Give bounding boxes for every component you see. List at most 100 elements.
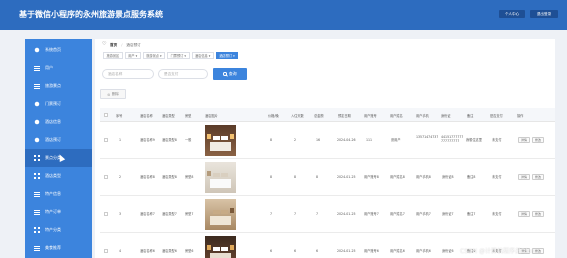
type-icon <box>34 173 40 179</box>
breadcrumb-home[interactable]: 首页 <box>110 43 117 48</box>
sidebar-item-label: 系统首页 <box>45 47 61 52</box>
sidebar-item-label: 特产分类 <box>45 227 61 232</box>
sidebar-item-user[interactable]: 用户 <box>25 59 92 77</box>
tab-scenic-spot[interactable]: 旅游景点 ▾ <box>142 52 166 59</box>
sidebar-item-label: 美食推荐 <box>45 245 61 250</box>
booking-icon <box>34 137 40 143</box>
personal-center-button[interactable]: 个人中心 <box>499 10 525 18</box>
column-header: 序号 <box>116 113 123 118</box>
cell-id-card: 身份证6 <box>442 249 454 253</box>
sidebar-item-specialty-order[interactable]: 特产订单 <box>25 203 92 221</box>
sidebar-item-scenic[interactable]: 旅游景点 <box>25 77 92 95</box>
row-checkbox[interactable] <box>104 175 108 179</box>
sidebar-item-food[interactable]: 美食推荐 <box>25 239 92 257</box>
delete-button[interactable]: ⊗ 删除 <box>100 89 126 99</box>
sidebar-item-hotel-info[interactable]: 酒店信息 <box>25 113 92 131</box>
table-row[interactable]: 1 酒店名称9 酒店类型8 一般 8 2 16 2024-04-26 111 张… <box>100 122 555 159</box>
cell-account: 用户账号6 <box>364 249 379 253</box>
cell-date: 2024-04-26 <box>337 138 356 142</box>
cell-id-card: 身份证7 <box>442 212 454 216</box>
tab-hotel-info[interactable]: 酒店信息 ▾ <box>191 52 214 59</box>
sidebar: 系统首页 用户 旅游景点 门票预订 酒店信息 酒店预订 景点分类 酒店类型 特产… <box>25 39 92 258</box>
edit-button[interactable]: 修改 <box>532 174 544 180</box>
cell-account: 用户账号8 <box>364 175 379 179</box>
payment-status-select[interactable]: 是否支付 <box>158 69 208 79</box>
sidebar-item-specialty[interactable]: 特产信息 <box>25 185 92 203</box>
sidebar-item-hotel-type[interactable]: 酒店类型 <box>25 167 92 185</box>
breadcrumb: 首页 / 酒店预订 <box>102 41 141 49</box>
search-button-label: 查询 <box>228 71 237 76</box>
cell-days: 6 <box>294 249 297 253</box>
column-header: 酒店图片 <box>205 113 218 118</box>
cell-price: 8 <box>270 138 273 142</box>
row-checkbox[interactable] <box>104 249 108 253</box>
sidebar-item-home[interactable]: 系统首页 <box>25 41 92 59</box>
tab-ticket[interactable]: 门票预订 ▾ <box>167 52 190 59</box>
cell-price: 7 <box>270 212 273 216</box>
cell-room-type: 房型7 <box>185 212 194 216</box>
search-button[interactable]: 查询 <box>213 68 247 80</box>
sidebar-item-label: 门票预订 <box>45 101 61 106</box>
column-header: 酒店名称 <box>140 113 153 118</box>
table-row[interactable]: 3 酒店名称7 酒店类型7 房型7 7 7 7 2024-01-25 用户账号7… <box>100 196 555 233</box>
row-checkbox[interactable] <box>104 212 108 216</box>
specialty-category-icon <box>34 227 40 233</box>
cell-remark: 备注7 <box>467 212 476 216</box>
category-icon <box>34 155 40 161</box>
cell-hotel-type: 酒店类型6 <box>162 249 177 253</box>
cell-price: 8 <box>270 175 273 179</box>
sidebar-item-label: 酒店预订 <box>45 137 61 142</box>
hotel-image <box>205 125 236 156</box>
detail-button[interactable]: 详情 <box>518 211 530 217</box>
edit-button[interactable]: 修改 <box>532 137 544 143</box>
hotel-image <box>205 199 236 230</box>
breadcrumb-separator: / <box>121 43 123 47</box>
cell-hotel-type: 酒店类型7 <box>162 212 177 216</box>
sidebar-item-label: 特产订单 <box>45 209 61 214</box>
cell-index: 4 <box>119 249 122 253</box>
tab-bar: 旅游景区 用户 ▾ 旅游景点 ▾ 门票预订 ▾ 酒店信息 ▾ 酒店预订 ▾ <box>103 52 240 59</box>
cell-total: 6 <box>316 249 319 253</box>
cell-total: 8 <box>316 175 319 179</box>
cell-index: 3 <box>119 212 122 216</box>
edit-button[interactable]: 修改 <box>532 211 544 217</box>
main-panel: 首页 / 酒店预订 旅游景区 用户 ▾ 旅游景点 ▾ 门票预订 ▾ 酒店信息 ▾… <box>95 39 555 258</box>
table-row[interactable]: 2 酒店名称8 酒店类型8 房型8 8 8 8 2024-01-25 用户账号8… <box>100 159 555 196</box>
cell-hotel-type: 酒店类型8 <box>162 138 177 142</box>
user-icon <box>34 65 40 71</box>
cell-account: 用户账号7 <box>364 212 379 216</box>
cell-paid: 未支付 <box>492 138 502 142</box>
heart-icon <box>102 41 108 47</box>
sidebar-item-label: 酒店信息 <box>45 119 61 124</box>
sidebar-item-ticket[interactable]: 门票预订 <box>25 95 92 113</box>
cell-user-name: 张用户 <box>391 138 401 142</box>
cell-total: 16 <box>316 138 321 142</box>
sidebar-item-label: 酒店类型 <box>45 173 61 178</box>
sidebar-item-specialty-category[interactable]: 特产分类 <box>25 221 92 239</box>
hotel-image <box>205 162 236 193</box>
cell-room-type: 一般 <box>185 138 192 142</box>
sidebar-item-hotel-booking[interactable]: 酒店预订 <box>25 131 92 149</box>
column-header: 入住天数 <box>291 113 304 118</box>
select-all-checkbox[interactable] <box>104 113 108 117</box>
tab-hotel-booking[interactable]: 酒店预订 ▾ <box>215 52 239 59</box>
tab-user[interactable]: 用户 ▾ <box>124 52 141 59</box>
cell-user-name: 用户姓名7 <box>390 212 405 216</box>
cell-paid: 未支付 <box>492 175 502 179</box>
hotel-name-search-input[interactable]: 酒店名称 <box>102 69 154 79</box>
column-header: 总金额 <box>314 113 324 118</box>
cell-phone: 用户手机7 <box>416 212 431 216</box>
ticket-icon <box>34 101 40 107</box>
row-checkbox[interactable] <box>104 138 108 142</box>
logout-button[interactable]: 退出登录 <box>530 10 558 18</box>
cell-hotel-name: 酒店名称7 <box>140 212 155 216</box>
hotel-image <box>205 236 236 258</box>
detail-button[interactable]: 详情 <box>518 174 530 180</box>
detail-button[interactable]: 详情 <box>518 137 530 143</box>
cell-hotel-name: 酒店名称8 <box>140 175 155 179</box>
cell-hotel-name: 酒店名称6 <box>140 249 155 253</box>
tab-scenic-area[interactable]: 旅游景区 <box>103 52 123 59</box>
cell-paid: 未支付 <box>492 212 502 216</box>
food-icon <box>34 245 40 251</box>
cell-id-card: 44151777777777777777 <box>441 135 464 144</box>
